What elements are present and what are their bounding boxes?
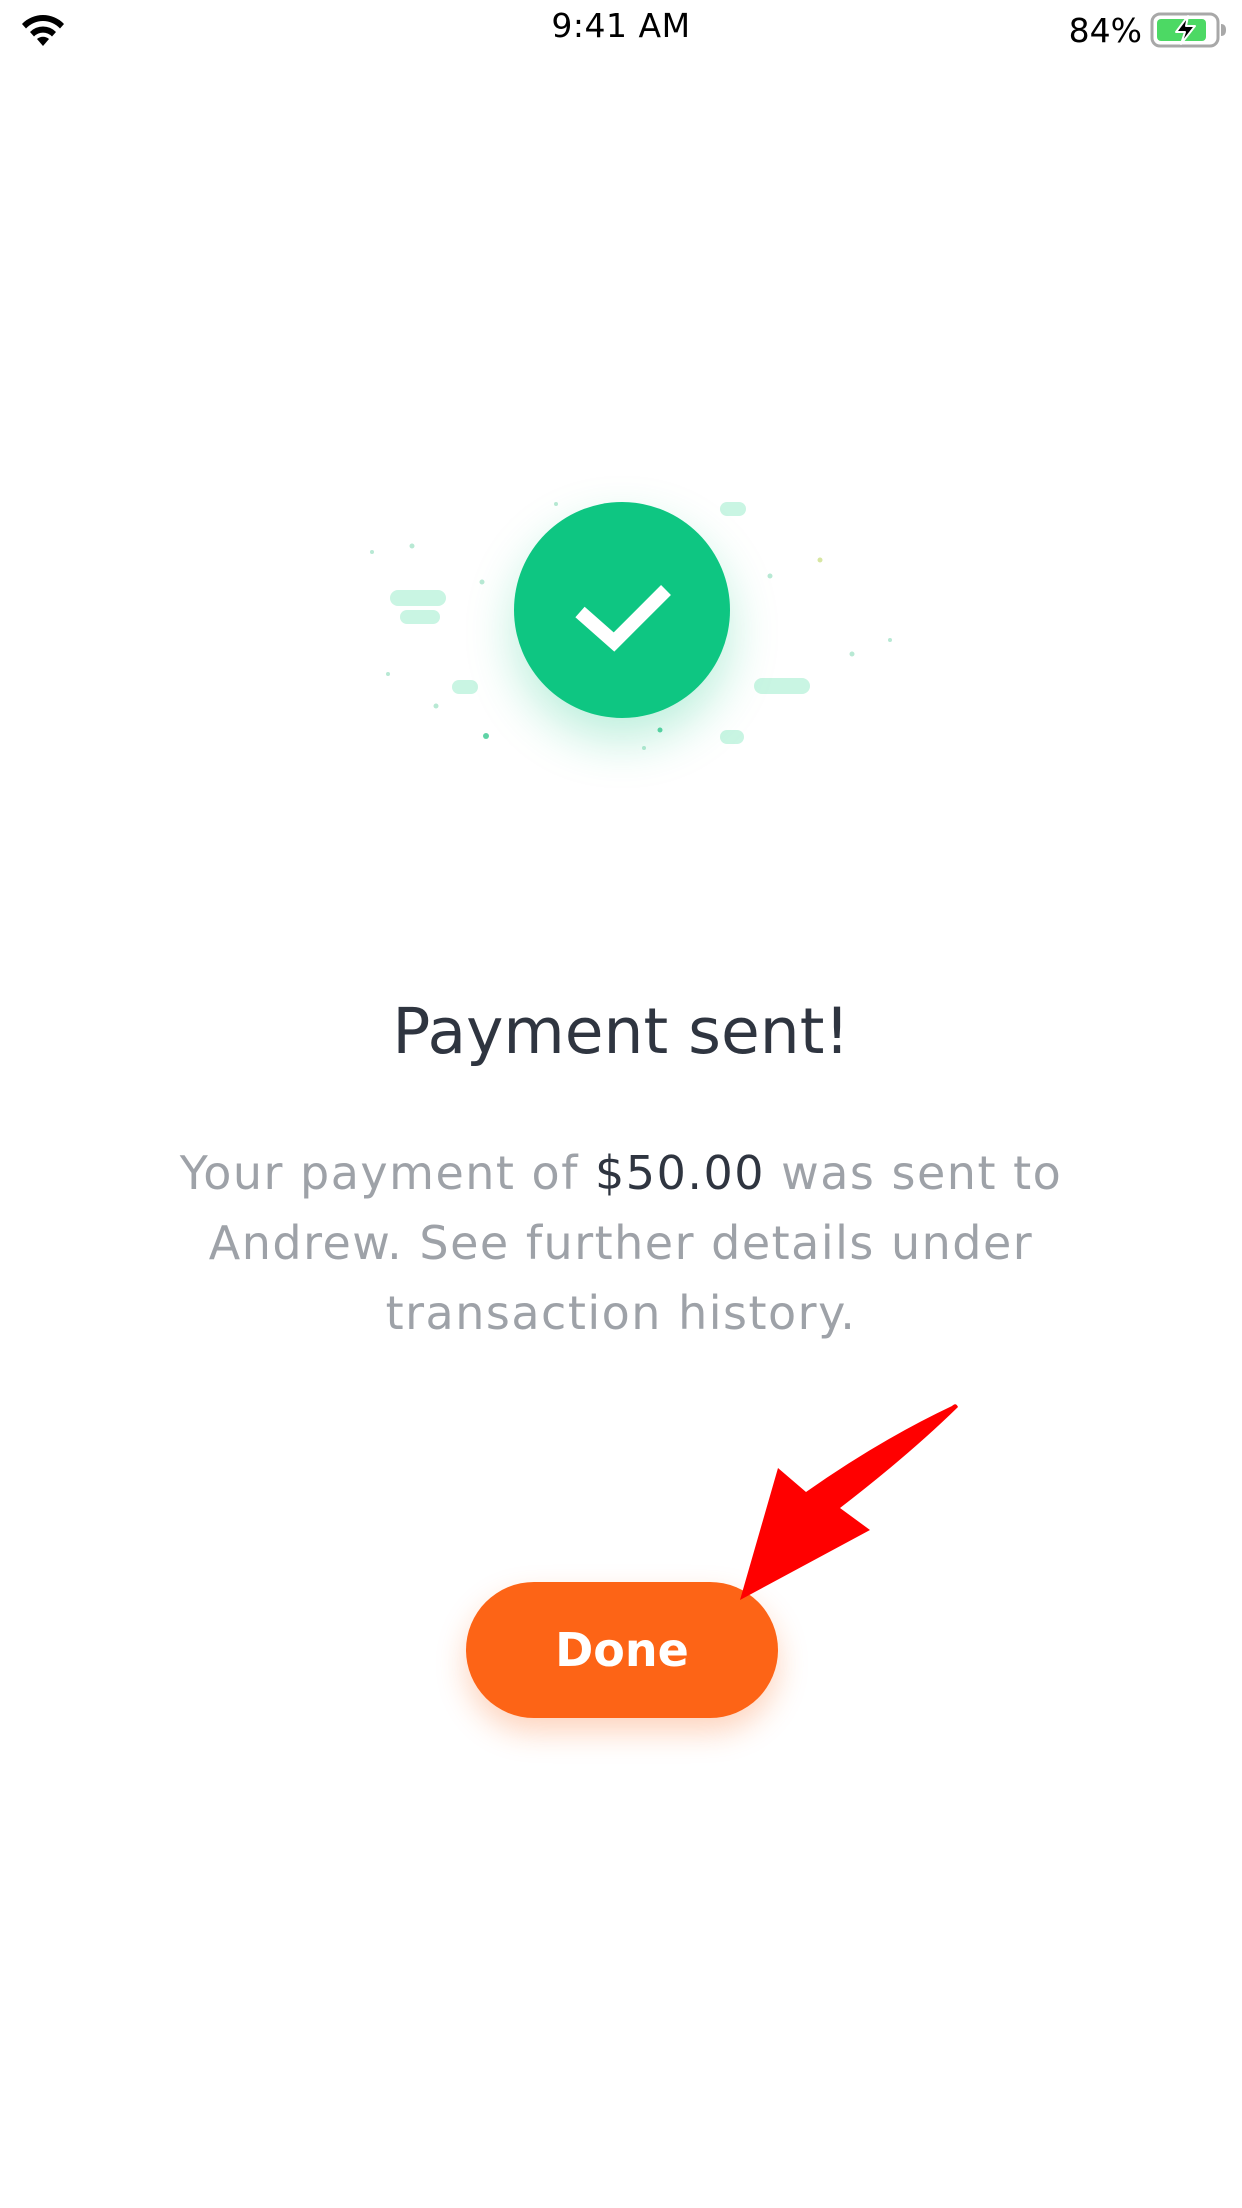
- checkmark-icon: [575, 585, 671, 652]
- done-button[interactable]: Done: [466, 1582, 778, 1718]
- status-time: 9:41 AM: [551, 6, 691, 45]
- confirmation-message: Your payment of $50.00 was sent to Andre…: [150, 1138, 1092, 1348]
- payment-confirmation-screen: 9:41 AM 84% Payment sent! Your payment o…: [0, 0, 1242, 2208]
- status-bar: 9:41 AM 84%: [0, 0, 1242, 62]
- success-badge: [514, 502, 730, 718]
- battery-charging-icon: [1150, 12, 1226, 48]
- message-prefix: Your payment of: [179, 1146, 596, 1200]
- battery-indicator: 84%: [1069, 8, 1228, 52]
- page-title: Payment sent!: [392, 995, 850, 1068]
- battery-percent: 84%: [1068, 10, 1142, 50]
- payment-amount: $50.00: [595, 1146, 765, 1200]
- red-arrow-icon: [740, 1404, 958, 1600]
